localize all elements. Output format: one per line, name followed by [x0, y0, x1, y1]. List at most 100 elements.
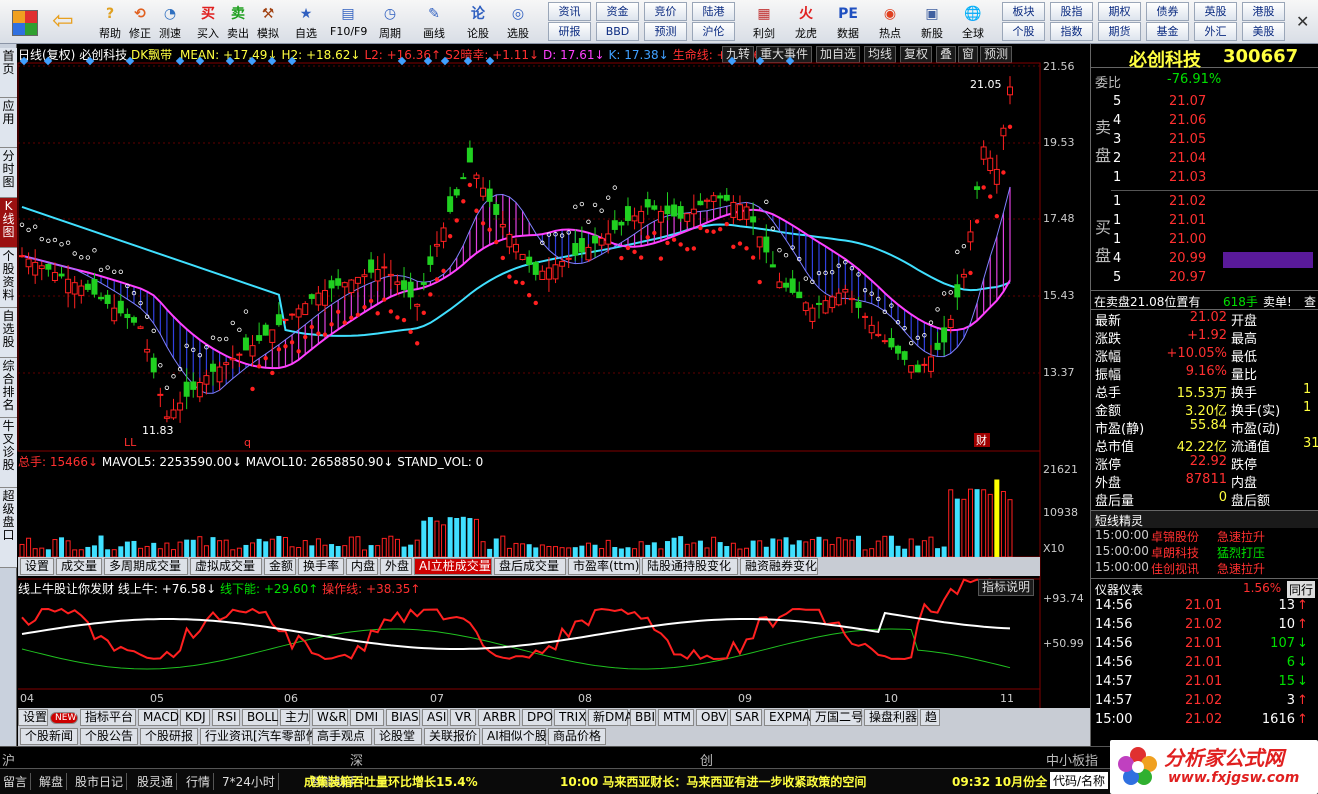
btabs2-tab-14[interactable]: DPO [522, 709, 553, 726]
buy-row[interactable]: 4 20.99 [1091, 251, 1318, 269]
code-search[interactable]: 代码/名称 [1050, 772, 1109, 789]
btabs1-tab-3[interactable]: 虚拟成交量 [190, 558, 262, 575]
btabs1-tab-9[interactable]: 盘后成交量 [494, 558, 566, 575]
close-icon[interactable]: ✕ [1296, 12, 1309, 31]
toolbar-right-6[interactable]: 预测 [644, 22, 687, 41]
btabs2-tab-18[interactable]: MTM [658, 709, 694, 726]
toolbar-right-7[interactable]: 沪伦 [692, 22, 735, 41]
toolbar-btn-2[interactable]: ◔ 测速 [152, 1, 188, 43]
btabs2-tab-20[interactable]: SAR [730, 709, 762, 726]
buy-row[interactable]: 1 21.01 [1091, 213, 1318, 231]
btabs2-tab-4[interactable]: KDJ [180, 709, 210, 726]
btabs2-tab-2[interactable]: 指标平台 [80, 709, 136, 726]
toolbar-btn-8[interactable]: ◷ 周期 [372, 1, 408, 43]
btabs1-tab-0[interactable]: 设置 [20, 558, 54, 575]
toolbar-btn-5[interactable]: ⚒ 模拟 [250, 1, 286, 43]
toolbar-btn-10[interactable]: 论论股 [460, 1, 496, 43]
news-tab-6[interactable]: 关联报价 [424, 728, 480, 745]
sell-row[interactable]: 2 21.04 [1091, 151, 1318, 169]
toolbar-right-2[interactable]: 竞价 [644, 2, 687, 21]
toolbar-btn-7[interactable]: ▤ F10/F9 [330, 1, 367, 43]
toolbar-right-9[interactable]: 股指 [1050, 2, 1093, 21]
btabs2-tab-6[interactable]: BOLL [242, 709, 278, 726]
btabs1-tab-5[interactable]: 换手率 [298, 558, 344, 575]
main-chart[interactable]: 21.05 11.83 LL q 财 [0, 44, 1090, 746]
toolbar-btn-18[interactable]: 🌐 全球 [955, 1, 991, 43]
btabs2-tab-8[interactable]: W&R [312, 709, 348, 726]
btabs1-tab-12[interactable]: 融资融券变化 [740, 558, 818, 575]
toolbar-btn-9[interactable]: ✎ 画线 [416, 1, 452, 43]
btabs2-tab-16[interactable]: 新DMA [588, 709, 633, 726]
index-label-1[interactable]: 深 [350, 750, 363, 769]
btabs2-tab-15[interactable]: TRIX [554, 709, 586, 726]
toolbar-right-0[interactable]: 资讯 [548, 2, 591, 21]
toolbar-right-13[interactable]: 港股 [1242, 2, 1285, 21]
news-tab-1[interactable]: 个股公告 [80, 728, 138, 745]
toolbar-btn-6[interactable]: ★ 自选 [288, 1, 324, 43]
news-tab-7[interactable]: AI相似个股 [482, 728, 547, 745]
status-item-1[interactable]: 解盘 [36, 773, 68, 790]
toolbar-right-8[interactable]: 板块 [1002, 2, 1045, 21]
status-news-1[interactable]: 成集装箱吞吐量环比增长15.4% [304, 773, 478, 790]
news-tab-5[interactable]: 论股堂 [374, 728, 422, 745]
btabs2-tab-12[interactable]: VR [450, 709, 476, 726]
btabs2-tab-0[interactable]: 设置 [18, 709, 48, 726]
sell-row[interactable]: 4 21.06 [1091, 113, 1318, 131]
status-item-0[interactable]: 留言 [0, 773, 32, 790]
indicator-help-button[interactable]: 指标说明 [978, 579, 1035, 596]
jingling-row[interactable]: 15:00:00 佳创视讯 急速拉升 [1091, 560, 1318, 578]
toolbar-right-1[interactable]: 资金 [596, 2, 639, 21]
sell-row[interactable]: 1 21.03 [1091, 170, 1318, 188]
btabs1-tab-1[interactable]: 成交量 [56, 558, 102, 575]
btabs2-tab-22[interactable]: 万国二号 [810, 709, 863, 726]
btabs2-tab-10[interactable]: BIAS [386, 709, 420, 726]
buy-row[interactable]: 5 20.97 [1091, 270, 1318, 288]
news-tab-4[interactable]: 高手观点 [312, 728, 372, 745]
toolbar-btn-16[interactable]: ◉ 热点 [872, 1, 908, 43]
btabs2-tab-7[interactable]: 主力 [280, 709, 310, 726]
industry-tab[interactable]: 同行 [1287, 581, 1316, 598]
toolbar-right-5[interactable]: BBD [596, 22, 639, 41]
toolbar-right-3[interactable]: 陆港 [692, 2, 735, 21]
btabs2-tab-1[interactable]: NEW [50, 712, 78, 724]
buy-row[interactable]: 1 21.00 [1091, 232, 1318, 250]
app-logo-icon[interactable] [12, 10, 38, 36]
btabs1-tab-8[interactable]: AI立桩成交量 [414, 558, 492, 575]
sell-row[interactable]: 3 21.05 [1091, 132, 1318, 150]
status-item-4[interactable]: 行情 [183, 773, 215, 790]
toolbar-right-10[interactable]: 期权 [1098, 2, 1141, 21]
toolbar-right-11[interactable]: 债券 [1146, 2, 1189, 21]
buy-row[interactable]: 1 21.02 [1091, 194, 1318, 212]
toolbar-right-16[interactable]: 期货 [1098, 22, 1141, 41]
index-label-0[interactable]: 沪 [2, 750, 15, 769]
btabs2-tab-3[interactable]: MACD [138, 709, 179, 726]
toolbar-right-14[interactable]: 个股 [1002, 22, 1045, 41]
status-item-2[interactable]: 股市日记 [72, 773, 128, 790]
toolbar-right-18[interactable]: 外汇 [1194, 22, 1237, 41]
news-tab-3[interactable]: 行业资讯[汽车零部件] [200, 728, 322, 745]
btabs2-tab-17[interactable]: BBI [630, 709, 656, 726]
btabs1-tab-10[interactable]: 市盈率(ttm) [568, 558, 640, 575]
btabs2-tab-23[interactable]: 操盘利器 [864, 709, 918, 726]
toolbar-btn-14[interactable]: 火龙虎 [788, 1, 824, 43]
index-label-3[interactable]: 中小板指 [1046, 750, 1098, 769]
btabs2-tab-9[interactable]: DMI [350, 709, 384, 726]
sell-row[interactable]: 5 21.07 [1091, 94, 1318, 112]
news-tab-8[interactable]: 商品价格 [548, 728, 606, 745]
toolbar-btn-17[interactable]: ▣ 新股 [914, 1, 950, 43]
btabs1-tab-11[interactable]: 陆股通持股变化 [642, 558, 738, 575]
toolbar-btn-13[interactable]: ▦ 利剑 [746, 1, 782, 43]
btabs1-tab-4[interactable]: 金额 [264, 558, 296, 575]
toolbar-right-4[interactable]: 研报 [548, 22, 591, 41]
status-item-3[interactable]: 股灵通 [134, 773, 178, 790]
btabs2-tab-13[interactable]: ARBR [478, 709, 520, 726]
btabs1-tab-2[interactable]: 多周期成交量 [104, 558, 188, 575]
btabs2-tab-19[interactable]: OBV [696, 709, 728, 726]
toolbar-btn-15[interactable]: PE 数据 [830, 1, 866, 43]
btabs1-tab-6[interactable]: 内盘 [346, 558, 378, 575]
toolbar-right-12[interactable]: 英股 [1194, 2, 1237, 21]
btabs1-tab-7[interactable]: 外盘 [380, 558, 412, 575]
toolbar-right-17[interactable]: 基金 [1146, 22, 1189, 41]
news-tab-2[interactable]: 个股研报 [140, 728, 198, 745]
toolbar-right-15[interactable]: 指数 [1050, 22, 1093, 41]
